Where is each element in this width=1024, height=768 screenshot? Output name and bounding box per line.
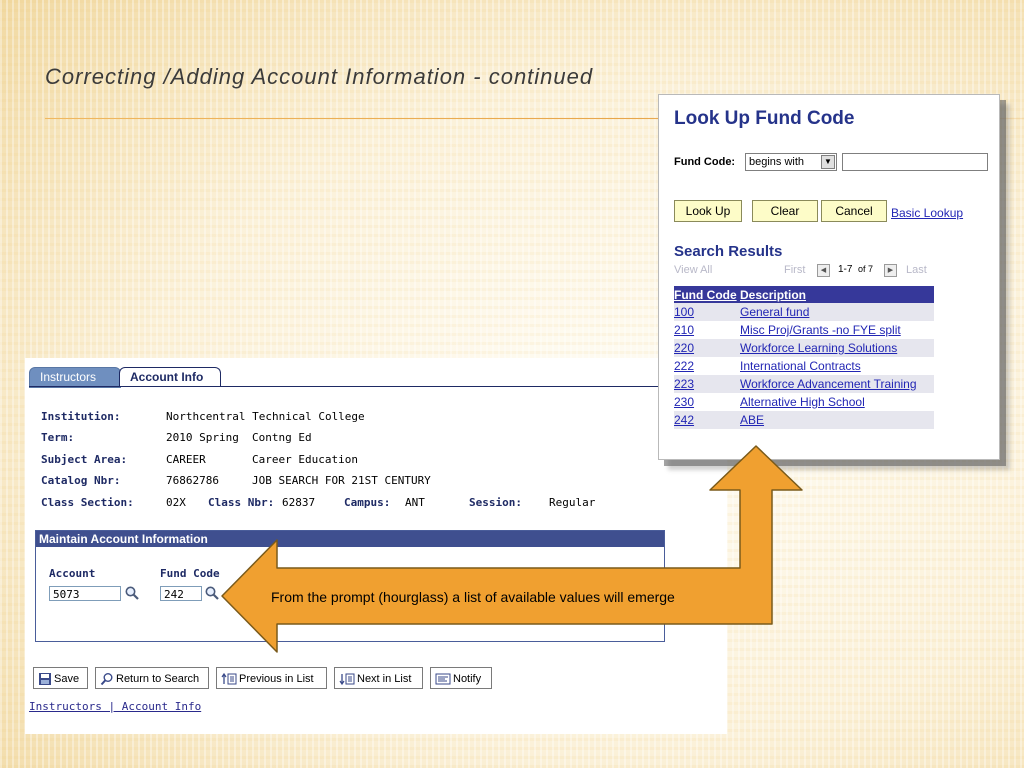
fund-code-column-header[interactable]: Fund Code	[674, 286, 740, 303]
results-header-row: Fund Code Description	[674, 286, 934, 303]
results-range: 1-7	[838, 264, 853, 275]
description-cell[interactable]: General fund	[740, 303, 934, 321]
previous-list-icon	[221, 673, 237, 685]
lookup-fund-code-dialog: Look Up Fund Code Fund Code: begins with…	[658, 94, 1000, 460]
subject-label: Subject Area:	[41, 453, 128, 466]
account-info-page: Instructors Account Info Institution: No…	[25, 358, 727, 734]
view-all-link[interactable]: View All	[674, 264, 712, 276]
term-label: Term:	[41, 431, 75, 444]
fund-code-input[interactable]: 242	[160, 586, 202, 601]
lookup-title: Look Up Fund Code	[674, 108, 855, 129]
page-links[interactable]: Instructors | Account Info	[29, 700, 201, 713]
table-row[interactable]: 210 Misc Proj/Grants -no FYE split	[674, 321, 934, 339]
operator-value: begins with	[749, 156, 805, 168]
fund-code-cell[interactable]: 210	[674, 321, 740, 339]
term-value: 2010 Spring	[166, 431, 239, 444]
description-cell[interactable]: ABE	[740, 411, 934, 429]
description-cell[interactable]: Workforce Advancement Training	[740, 375, 934, 393]
institution-label: Institution:	[41, 410, 121, 423]
table-row[interactable]: 220 Workforce Learning Solutions	[674, 339, 934, 357]
return-to-search-label: Return to Search	[116, 673, 200, 685]
last-link[interactable]: Last	[906, 264, 927, 276]
results-navigation: View All First ◀ 1-7 of 7 ▶ Last	[674, 264, 934, 278]
search-results-title: Search Results	[674, 243, 783, 260]
table-row[interactable]: 100 General fund	[674, 303, 934, 321]
results-total: of 7	[858, 264, 874, 274]
search-icon	[100, 673, 113, 686]
class-nbr-label: Class Nbr:	[208, 496, 275, 509]
tab-underline	[29, 386, 727, 387]
campus-value: ANT	[405, 496, 425, 509]
table-row[interactable]: 242 ABE	[674, 411, 934, 429]
tab-instructors[interactable]: Instructors	[29, 367, 121, 388]
fund-code-cell[interactable]: 222	[674, 357, 740, 375]
previous-in-list-label: Previous in List	[239, 673, 314, 685]
slide-title: Correcting /Adding Account Information -…	[45, 64, 594, 89]
table-row[interactable]: 230 Alternative High School	[674, 393, 934, 411]
catalog-value: 76862786	[166, 474, 219, 487]
callout-text: From the prompt (hourglass) a list of av…	[271, 589, 675, 605]
description-cell[interactable]: Alternative High School	[740, 393, 934, 411]
notify-label: Notify	[453, 673, 482, 685]
first-link[interactable]: First	[784, 264, 805, 276]
next-list-icon	[339, 673, 355, 686]
session-label: Session:	[469, 496, 522, 509]
notify-icon	[435, 673, 451, 685]
term-description: Contng Ed	[252, 431, 312, 444]
fund-code-prompt-search-icon[interactable]	[204, 585, 220, 601]
fund-code-cell[interactable]: 242	[674, 411, 740, 429]
description-cell[interactable]: International Contracts	[740, 357, 934, 375]
save-label: Save	[54, 673, 80, 685]
fund-code-label: Fund Code	[160, 567, 220, 580]
fund-code-cell[interactable]: 220	[674, 339, 740, 357]
cancel-button[interactable]: Cancel	[821, 200, 887, 222]
operator-select[interactable]: begins with ▼	[745, 153, 837, 171]
account-label: Account	[49, 567, 96, 580]
description-cell[interactable]: Workforce Learning Solutions	[740, 339, 934, 357]
return-to-search-button[interactable]: Return to Search	[95, 667, 209, 689]
class-nbr-value: 62837	[282, 496, 316, 509]
clear-button[interactable]: Clear	[752, 200, 818, 222]
next-in-list-button[interactable]: Next in List	[334, 667, 423, 689]
campus-label: Campus:	[344, 496, 391, 509]
catalog-label: Catalog Nbr:	[41, 474, 121, 487]
previous-page-icon[interactable]: ◀	[817, 264, 830, 277]
next-in-list-label: Next in List	[357, 673, 412, 685]
table-row[interactable]: 223 Workforce Advancement Training	[674, 375, 934, 393]
description-cell[interactable]: Misc Proj/Grants -no FYE split	[740, 321, 934, 339]
save-button[interactable]: Save	[33, 667, 88, 689]
maintain-account-header: Maintain Account Information	[36, 531, 664, 547]
section-label: Class Section:	[41, 496, 134, 509]
fund-code-cell[interactable]: 223	[674, 375, 740, 393]
account-prompt-search-icon[interactable]	[124, 585, 140, 601]
fund-code-cell[interactable]: 100	[674, 303, 740, 321]
results-table: Fund Code Description 100 General fund 2…	[674, 286, 934, 429]
fund-code-cell[interactable]: 230	[674, 393, 740, 411]
next-page-icon[interactable]: ▶	[884, 264, 897, 277]
table-row[interactable]: 222 International Contracts	[674, 357, 934, 375]
catalog-description: JOB SEARCH FOR 21ST CENTURY	[252, 474, 431, 487]
look-up-button[interactable]: Look Up	[674, 200, 742, 222]
fund-code-search-input[interactable]	[842, 153, 988, 171]
fund-code-search-label: Fund Code:	[674, 156, 736, 168]
tab-account-info[interactable]: Account Info	[119, 367, 221, 387]
previous-in-list-button[interactable]: Previous in List	[216, 667, 327, 689]
section-value: 02X	[166, 496, 186, 509]
chevron-down-icon[interactable]: ▼	[821, 155, 835, 169]
subject-value: CAREER	[166, 453, 206, 466]
institution-value: Northcentral Technical College	[166, 410, 365, 423]
description-column-header[interactable]: Description	[740, 286, 934, 303]
save-icon	[39, 673, 51, 686]
session-value: Regular	[549, 496, 596, 509]
maintain-account-panel: Maintain Account Information Account Fun…	[35, 530, 665, 642]
account-input[interactable]: 5073	[49, 586, 121, 601]
notify-button[interactable]: Notify	[430, 667, 492, 689]
page-tabs: Instructors Account Info	[29, 367, 727, 388]
basic-lookup-link[interactable]: Basic Lookup	[891, 206, 963, 220]
subject-description: Career Education	[252, 453, 358, 466]
